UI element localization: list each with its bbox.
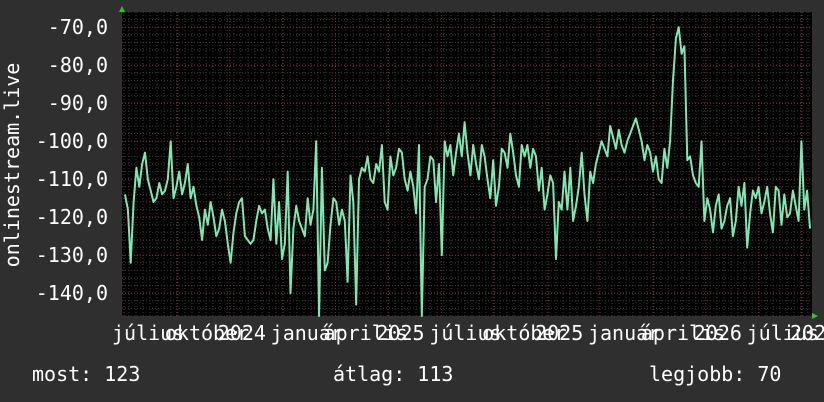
y-axis-label: onlinestream.live: [0, 63, 24, 268]
y-tick-label: -100,0: [36, 129, 108, 153]
x-tick-label: 2025: [535, 321, 583, 345]
line-chart: -70,0 -80,0 -90,0 -100,0 -110,0 -120,0 -130,0 -…: [0, 6, 824, 345]
x-tick-label: 2026: [694, 321, 742, 345]
y-tick-label: -90,0: [48, 91, 108, 115]
x-tick-label: 2025: [376, 321, 424, 345]
y-axis-arrow: [119, 6, 125, 12]
x-tick-label: 2024: [218, 321, 266, 345]
current-value: most: 123: [32, 362, 141, 386]
y-tick-label: -70,0: [48, 15, 108, 39]
y-tick-label: -140,0: [36, 281, 108, 305]
x-tick-label: 2026: [790, 321, 824, 345]
y-tick-label: -120,0: [36, 205, 108, 229]
x-axis-ticks: júliusoktóber2024 januáráprilis2025 július…: [112, 321, 824, 345]
y-axis-ticks: -70,0 -80,0 -90,0 -100,0 -110,0 -120,0 -130,0 -…: [36, 15, 108, 305]
y-tick-label: -110,0: [36, 167, 108, 191]
best-value: legjobb: 70: [649, 362, 782, 386]
y-tick-label: -80,0: [48, 53, 108, 77]
y-tick-label: -130,0: [36, 243, 108, 267]
x-axis-arrow: [812, 313, 818, 319]
average-value: átlag: 113: [333, 362, 454, 386]
